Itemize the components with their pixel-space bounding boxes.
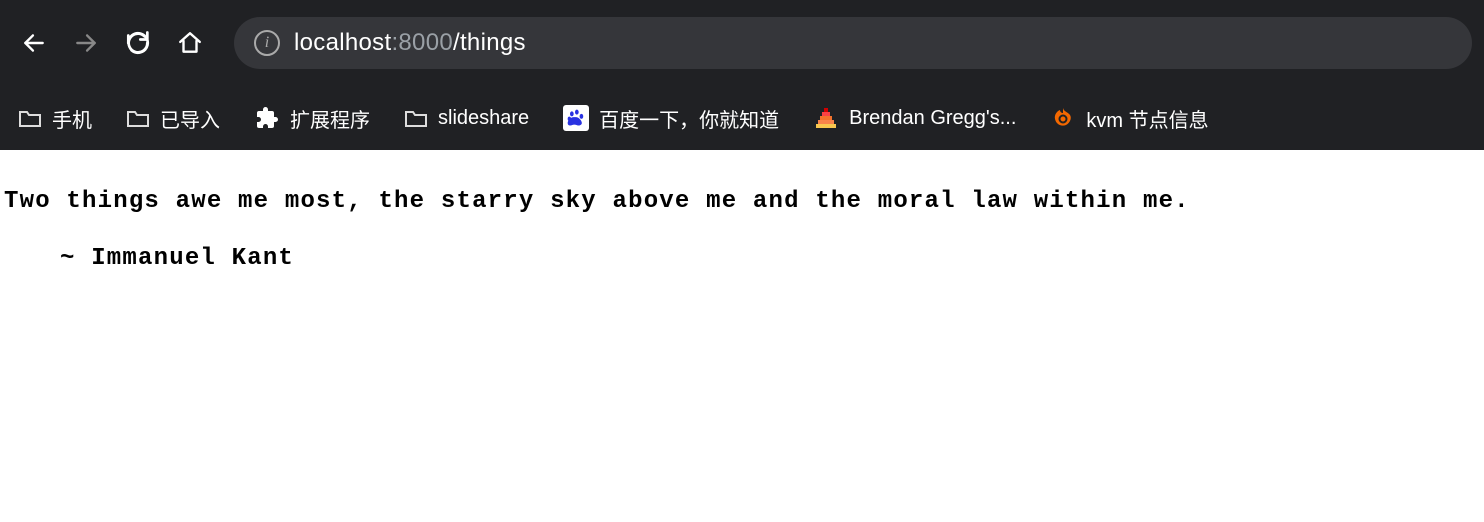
page-body: Two things awe me most, the starry sky a… (0, 150, 1484, 310)
url-text: localhost:8000/things (294, 29, 526, 57)
bookmark-label: 扩展程序 (290, 104, 370, 133)
flamegraph-icon (813, 105, 839, 131)
bookmark-extensions[interactable]: 扩展程序 (254, 104, 370, 133)
url-host: localhost (294, 29, 391, 56)
bookmark-folder-phone[interactable]: 手机 (18, 104, 92, 133)
reload-button-real[interactable] (116, 21, 160, 65)
browser-chrome: i localhost:8000/things 手机 已导入 扩展程序 (0, 0, 1484, 150)
folder-icon (18, 108, 42, 128)
bookmark-label: Brendan Gregg's... (849, 107, 1016, 130)
arrow-right-icon (73, 30, 99, 56)
bookmark-label: 已导入 (160, 104, 220, 133)
bookmark-label: slideshare (438, 107, 529, 130)
bookmark-folder-slideshare[interactable]: slideshare (404, 107, 529, 130)
home-button[interactable] (168, 21, 212, 65)
folder-icon (126, 108, 150, 128)
baidu-paw-icon (563, 105, 589, 131)
forward-button[interactable] (64, 21, 108, 65)
arrow-left-icon (21, 30, 47, 56)
quote-text: Two things awe me most, the starry sky a… (4, 188, 1480, 215)
home-icon (177, 30, 203, 56)
bookmark-folder-imported[interactable]: 已导入 (126, 104, 220, 133)
address-bar[interactable]: i localhost:8000/things (234, 17, 1472, 69)
bookmark-label: 手机 (52, 104, 92, 133)
bookmark-baidu[interactable]: 百度一下，你就知道 (563, 104, 779, 133)
bookmark-label: kvm 节点信息 (1086, 104, 1208, 133)
site-info-icon[interactable]: i (254, 30, 280, 56)
url-path: /things (453, 29, 526, 56)
reload-icon (124, 29, 152, 57)
bookmark-kvm[interactable]: kvm 节点信息 (1050, 104, 1208, 133)
url-port: :8000 (391, 29, 453, 56)
quote-attribution: ~ Immanuel Kant (4, 245, 1480, 272)
folder-icon (404, 108, 428, 128)
toolbar: i localhost:8000/things (0, 0, 1484, 86)
puzzle-icon (254, 105, 280, 131)
back-button[interactable] (12, 21, 56, 65)
bookmark-brendan-gregg[interactable]: Brendan Gregg's... (813, 105, 1016, 131)
bookmarks-bar: 手机 已导入 扩展程序 slideshare 百度一下，你就知道 (0, 86, 1484, 150)
bookmark-label: 百度一下，你就知道 (599, 104, 779, 133)
grafana-icon (1050, 105, 1076, 131)
